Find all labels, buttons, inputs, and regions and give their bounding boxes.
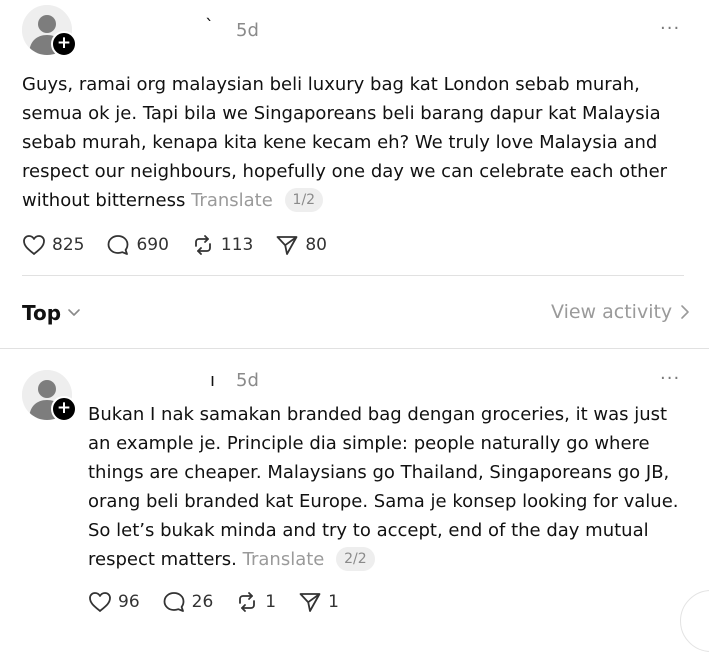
more-options-icon[interactable]: ···: [660, 18, 680, 39]
share-button[interactable]: 80: [275, 234, 327, 256]
post-time: 5d: [236, 20, 259, 41]
sort-dropdown[interactable]: Top: [22, 301, 81, 325]
view-activity-link[interactable]: View activity: [551, 301, 690, 323]
username[interactable]: ı: [210, 370, 215, 391]
heart-icon: [89, 592, 111, 612]
share-count: 1: [328, 592, 339, 612]
chevron-down-icon: [68, 309, 80, 316]
repost-icon: [239, 592, 256, 612]
comment-bubble-icon: [108, 235, 129, 255]
repost-icon: [195, 235, 211, 255]
translate-link[interactable]: Translate: [243, 549, 325, 570]
follow-plus-icon[interactable]: +: [51, 396, 77, 422]
post-text: Guys, ramai org malaysian beli luxury ba…: [22, 74, 668, 211]
repost-count: 1: [265, 592, 277, 612]
like-count: 96: [118, 592, 140, 612]
post-actions: 96 26 1 1: [88, 591, 339, 613]
send-icon: [276, 236, 298, 255]
post-1: + ` 5d ··· Guys, ramai org malaysian bel…: [0, 0, 709, 275]
heart-icon: [23, 235, 45, 255]
repost-count: 113: [220, 235, 254, 255]
like-count: 825: [52, 235, 85, 255]
send-icon: [299, 593, 321, 612]
post-actions: 825 690 113 80: [22, 234, 327, 256]
share-button[interactable]: 1: [298, 591, 339, 613]
comment-button[interactable]: 26: [162, 591, 214, 613]
comment-button[interactable]: 690: [106, 234, 169, 256]
more-options-icon[interactable]: ···: [660, 368, 680, 389]
like-button[interactable]: 825: [22, 234, 84, 256]
post-text: Bukan I nak samakan branded bag dengan g…: [88, 404, 679, 570]
sort-label: Top: [22, 301, 62, 325]
view-activity-label: View activity: [551, 301, 673, 323]
thread-pager: 2/2: [336, 547, 375, 571]
translate-link[interactable]: Translate: [191, 190, 273, 211]
post-time: 5d: [236, 370, 259, 391]
like-button[interactable]: 96: [88, 591, 140, 613]
post-body: Guys, ramai org malaysian beli luxury ba…: [22, 70, 682, 215]
divider: [22, 275, 684, 276]
repost-button[interactable]: 113: [191, 234, 253, 256]
username[interactable]: `: [205, 16, 214, 37]
repost-button[interactable]: 1: [235, 591, 276, 613]
comment-count: 26: [191, 592, 214, 612]
thread-pager: 1/2: [284, 188, 324, 212]
comment-count: 690: [136, 235, 169, 255]
post-body: Bukan I nak samakan branded bag dengan g…: [88, 400, 688, 574]
post-2: + ı 5d ··· Bukan I nak samakan branded b…: [0, 349, 709, 624]
chevron-right-icon: [681, 305, 689, 319]
share-count: 80: [305, 235, 327, 255]
comment-bubble-icon: [163, 592, 185, 612]
follow-plus-icon[interactable]: +: [51, 31, 77, 57]
